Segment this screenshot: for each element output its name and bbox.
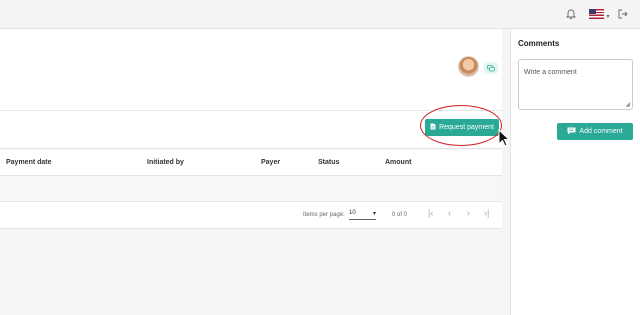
column-header[interactable]: Amount [385, 159, 411, 166]
main-content: Request payment Payment date Initiated b… [0, 29, 510, 315]
user-avatar[interactable] [458, 56, 479, 77]
request-payment-label: Request payment [439, 124, 494, 131]
request-payment-button[interactable]: Request payment [425, 119, 499, 136]
chat-icon [567, 127, 576, 137]
add-comment-label: Add comment [579, 128, 623, 135]
items-per-page-label: Items per page: [303, 212, 345, 218]
bell-icon[interactable] [565, 7, 577, 21]
next-page-icon[interactable]: › [467, 208, 470, 218]
mouse-cursor-icon [498, 129, 510, 147]
column-header[interactable]: Initiated by [147, 159, 184, 166]
first-page-icon[interactable]: |‹ [428, 208, 433, 218]
resize-handle-icon[interactable]: ◢ [625, 101, 630, 108]
message-icon[interactable] [484, 62, 498, 74]
logout-icon[interactable] [617, 7, 629, 21]
items-per-page-value: 10 [349, 210, 356, 216]
column-header[interactable]: Payer [261, 159, 280, 166]
comment-textarea[interactable]: Write a comment ◢ [518, 59, 633, 110]
comments-title: Comments [518, 39, 560, 48]
us-flag-icon[interactable] [589, 9, 604, 19]
table-header: Payment date Initiated by Payer Status A… [0, 150, 502, 176]
chevron-down-icon: ▾ [372, 211, 376, 217]
header-card [0, 29, 502, 111]
document-icon [430, 123, 436, 132]
action-bar: Request payment [0, 111, 502, 149]
column-header[interactable]: Status [318, 159, 339, 166]
top-bar: ▾ [0, 0, 640, 29]
last-page-icon[interactable]: ›| [484, 208, 489, 218]
add-comment-button[interactable]: Add comment [557, 123, 633, 140]
page-range: 0 of 0 [392, 212, 408, 218]
chevron-down-icon[interactable]: ▾ [605, 9, 611, 23]
table-pagination: Items per page: 10 ▾ 0 of 0 |‹ ‹ › ›| [0, 202, 502, 229]
previous-page-icon[interactable]: ‹ [448, 208, 451, 218]
table-body-empty [0, 176, 502, 202]
column-header[interactable]: Payment date [6, 159, 52, 166]
comment-placeholder: Write a comment [524, 69, 577, 76]
items-per-page-select[interactable]: 10 ▾ [349, 210, 376, 220]
comments-panel: Comments Write a comment ◢ Add comment [510, 29, 640, 315]
payments-table: Payment date Initiated by Payer Status A… [0, 150, 502, 229]
